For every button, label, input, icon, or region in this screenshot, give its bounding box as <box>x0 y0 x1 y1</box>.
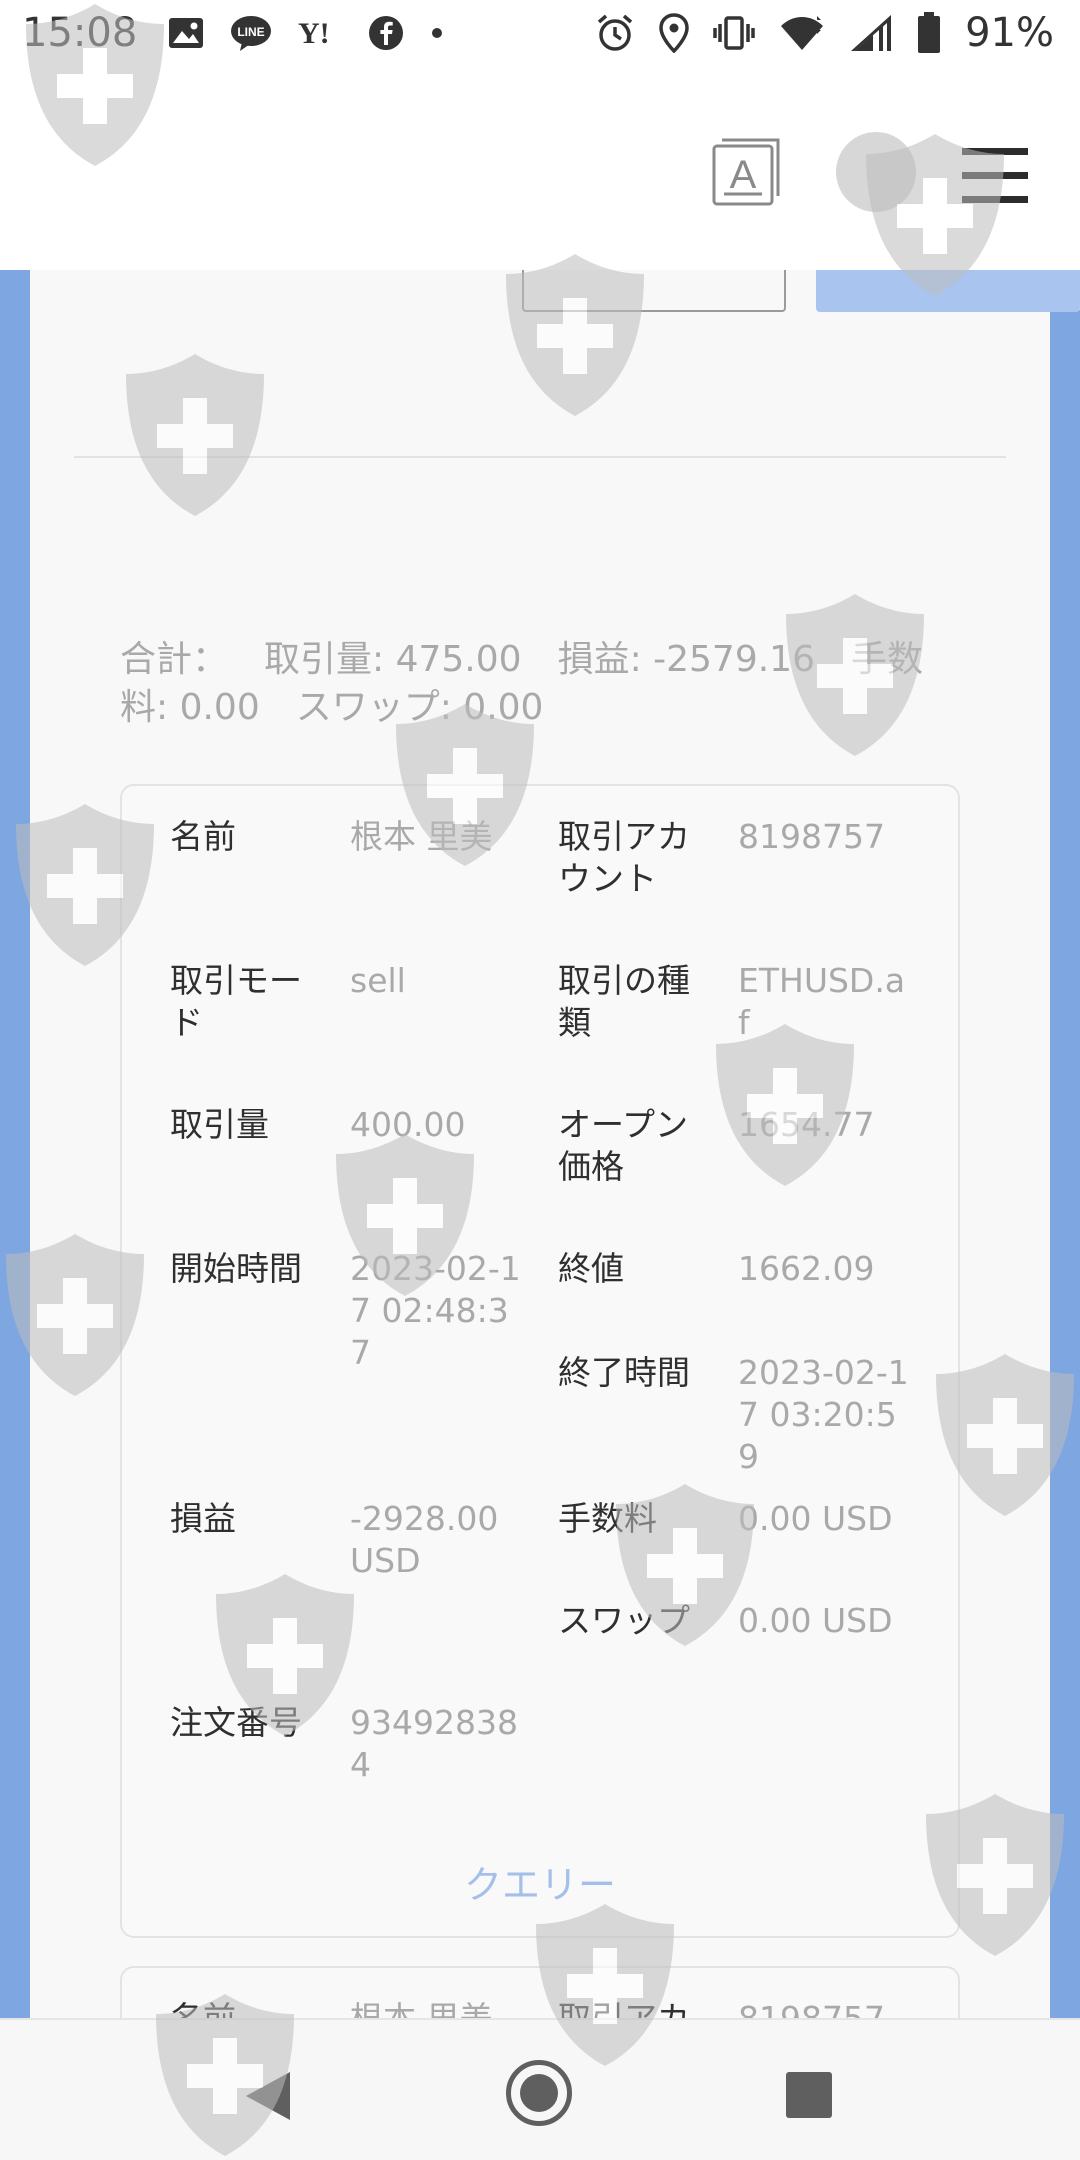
volume-label: 取引量 <box>170 1105 269 1144</box>
close-time-value: 2023-02-17 03:20:59 <box>738 1353 909 1476</box>
mode-label: 取引モード <box>170 961 302 1042</box>
swap-value: 0.00 USD <box>738 1601 893 1640</box>
open-time-label: 開始時間 <box>170 1249 302 1288</box>
alarm-icon <box>597 14 633 51</box>
summary-swap: スワップ: 0.00 <box>295 687 544 728</box>
image-icon <box>169 18 203 48</box>
avatar[interactable] <box>836 132 916 212</box>
account-value: 8198757 <box>738 817 885 856</box>
type-value: ETHUSD.af <box>738 961 906 1042</box>
battery-icon <box>918 12 941 53</box>
home-icon[interactable] <box>506 2060 572 2126</box>
summary-totals: 合計： 取引量: 475.00 損益: -2579.16 手数料: 0.00 スワップ:… <box>120 636 960 732</box>
back-icon[interactable] <box>242 2070 292 2122</box>
navigation-bar <box>0 2018 1080 2160</box>
name-label: 名前 <box>170 1998 320 2018</box>
open-price-value: 1654.77 <box>738 1105 875 1144</box>
close-time-label: 終了時間 <box>558 1353 690 1392</box>
open-time-value: 2023-02-17 02:48:37 <box>350 1249 521 1372</box>
divider <box>74 456 1006 458</box>
primary-button[interactable] <box>816 270 1080 312</box>
text-size-icon[interactable]: A <box>710 136 782 208</box>
dot-icon <box>432 28 442 38</box>
trade-card: 名前 根本 里美 取引アカ 8198757 <box>120 1966 960 2018</box>
trade-card: 名前 根本 里美 取引アカウント 8198757 取引モード sell 取引の種… <box>120 784 960 1938</box>
order-value: 934928384 <box>350 1703 518 1784</box>
name-value: 根本 里美 <box>350 817 493 856</box>
line-icon: LINE <box>231 16 271 51</box>
status-time: 15:08 <box>22 10 138 56</box>
battery-percent: 91% <box>965 10 1054 56</box>
summary-volume: 取引量: 475.00 <box>264 639 522 680</box>
close-price-value: 1662.09 <box>738 1249 875 1288</box>
fee-label: 手数料 <box>558 1499 657 1538</box>
left-accent-bar <box>0 270 30 2018</box>
swap-label: スワップ <box>558 1601 690 1640</box>
account-value: 8198757 <box>738 1998 916 2018</box>
account-label: 取引アカ <box>558 1998 708 2018</box>
wifi-icon <box>781 16 824 50</box>
right-accent-bar <box>1050 310 1080 2018</box>
summary-pnl: 損益: -2579.16 <box>557 639 815 680</box>
status-bar: 15:08 LINE Y! 91% <box>0 0 1080 72</box>
content-area: 合計： 取引量: 475.00 損益: -2579.16 手数料: 0.00 スワップ:… <box>0 270 1080 2018</box>
fee-value: 0.00 USD <box>738 1499 893 1538</box>
volume-value: 400.00 <box>350 1105 466 1144</box>
notification-icons: LINE Y! <box>168 14 444 52</box>
yahoo-icon: Y! <box>298 17 330 49</box>
type-label: 取引の種類 <box>558 961 690 1042</box>
outline-button[interactable] <box>522 270 786 312</box>
location-icon <box>659 13 689 53</box>
pnl-value: -2928.00 USD <box>350 1499 499 1580</box>
menu-icon[interactable] <box>962 148 1028 204</box>
pnl-label: 損益 <box>170 1499 236 1538</box>
svg-text:Y!: Y! <box>298 17 330 49</box>
app-header: A <box>0 72 1080 270</box>
query-button[interactable]: クエリー <box>122 1854 958 1909</box>
system-icons: 91% <box>595 10 1054 56</box>
recents-icon[interactable] <box>786 2072 832 2118</box>
name-label: 名前 <box>170 817 236 856</box>
signal-icon <box>851 15 892 51</box>
close-price-label: 終値 <box>558 1249 624 1288</box>
svg-text:A: A <box>730 153 757 197</box>
facebook-icon <box>369 16 403 50</box>
account-label: 取引アカウント <box>558 817 690 898</box>
name-value: 根本 里美 <box>350 1998 528 2018</box>
order-label: 注文番号 <box>170 1703 302 1742</box>
mode-value: sell <box>350 961 406 1000</box>
svg-text:LINE: LINE <box>237 25 264 39</box>
vibrate-icon <box>713 16 755 50</box>
open-price-label: オープン価格 <box>558 1105 689 1186</box>
summary-total-label: 合計： <box>120 639 229 680</box>
